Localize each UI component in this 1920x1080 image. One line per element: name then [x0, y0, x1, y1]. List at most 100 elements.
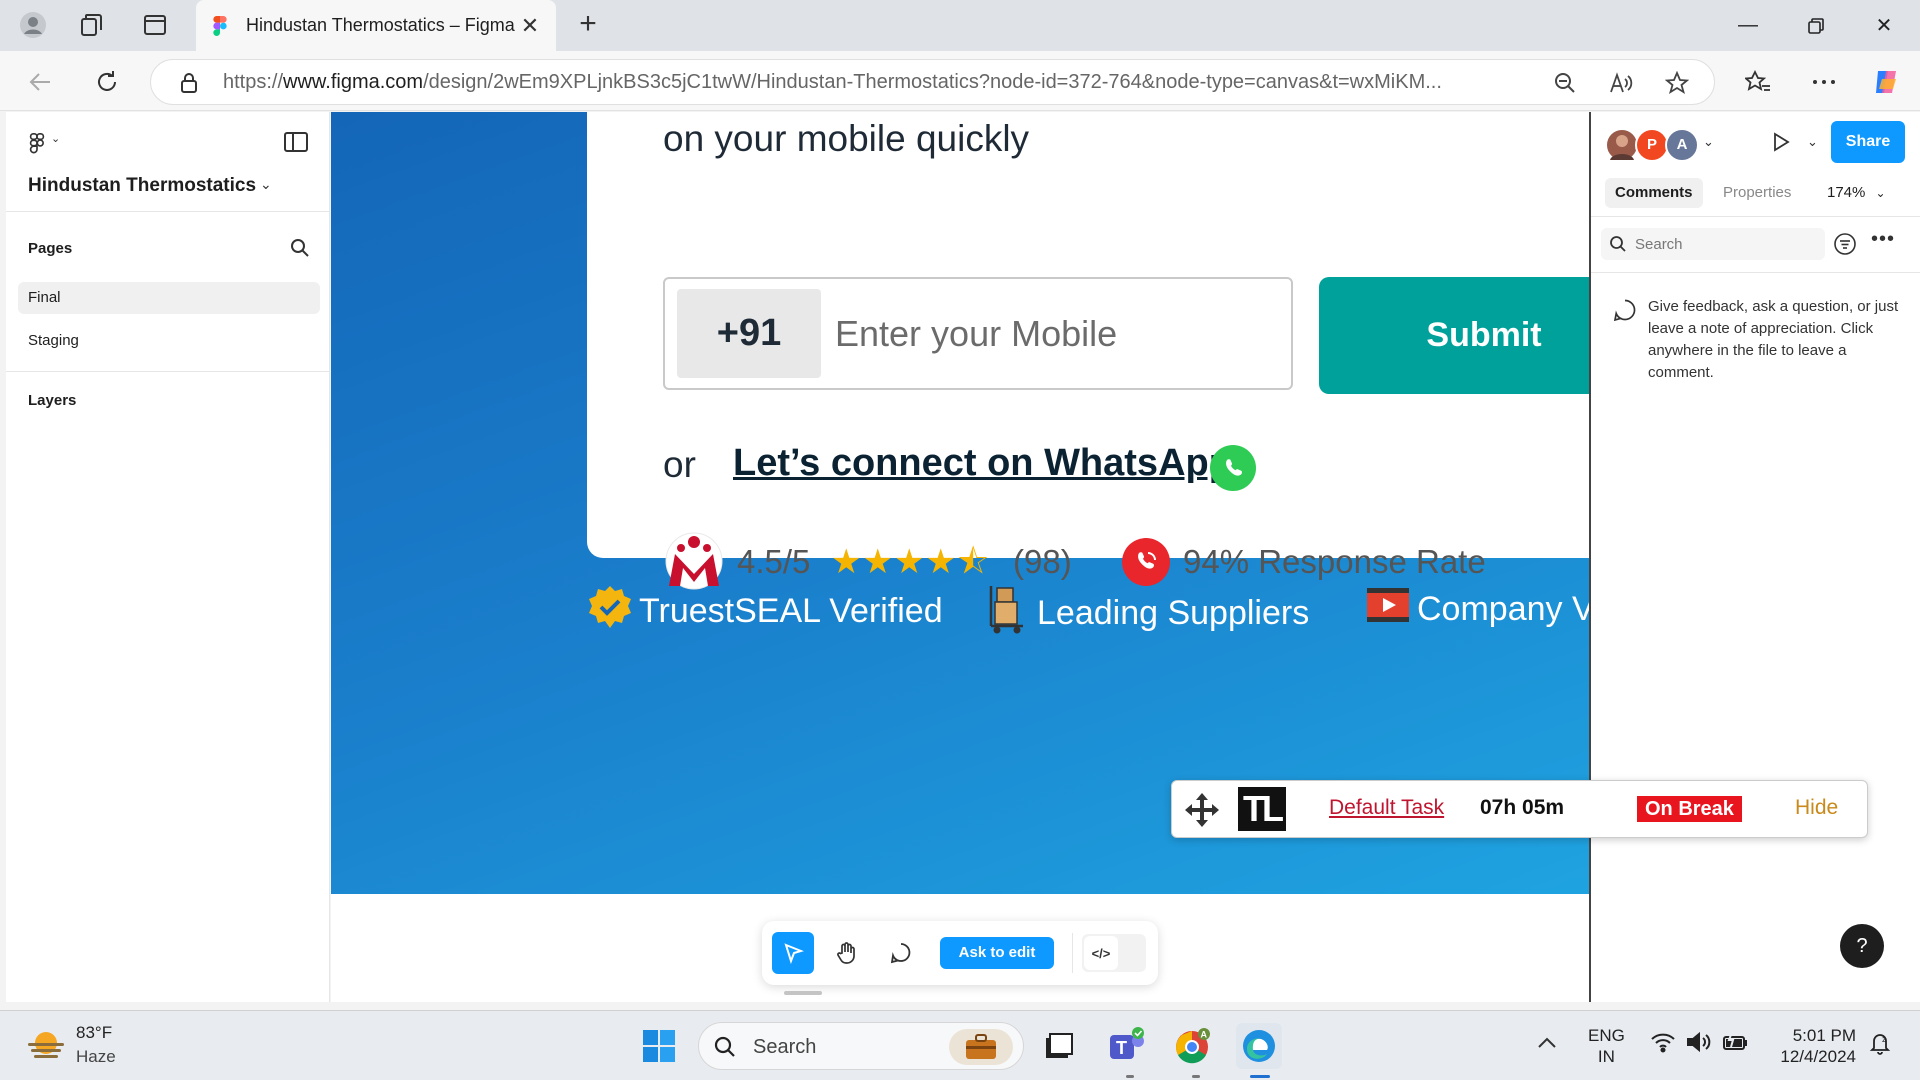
search-input[interactable]: [1635, 228, 1815, 260]
present-play-icon[interactable]: [1771, 132, 1791, 157]
system-clock[interactable]: 5:01 PM 12/4/2024: [1770, 1025, 1856, 1067]
new-tab-button[interactable]: +: [572, 9, 604, 41]
response-rate: 94% Response Rate: [1183, 543, 1486, 580]
vertical-tabs-icon[interactable]: [139, 9, 171, 41]
comments-search[interactable]: [1601, 228, 1825, 260]
teams-icon[interactable]: T: [1104, 1023, 1150, 1069]
chrome-icon[interactable]: A: [1170, 1023, 1216, 1069]
close-window-button[interactable]: ✕: [1854, 0, 1914, 51]
whatsapp-link[interactable]: Let’s connect on WhatsApp: [733, 442, 1232, 485]
tab-title: Hindustan Thermostatics – Figma: [246, 15, 515, 35]
hand-tool-icon[interactable]: [826, 932, 868, 974]
boxes-trolley-icon: [985, 584, 1031, 643]
toggle-sidebar-icon[interactable]: [284, 132, 308, 152]
chevron-down-icon[interactable]: ⌄: [260, 176, 272, 193]
figma-right-panel: P A ⌄ ⌄ Share Comments Properties 174% ⌄…: [1589, 112, 1920, 1002]
edge-icon[interactable]: [1236, 1023, 1282, 1069]
windows-start-icon[interactable]: [636, 1023, 682, 1069]
chevron-down-icon[interactable]: ⌄: [1807, 134, 1818, 150]
more-icon[interactable]: •••: [1871, 228, 1895, 251]
active-tab[interactable]: Hindustan Thermostatics – Figma ✕: [196, 0, 556, 51]
running-indicator: [1126, 1075, 1134, 1078]
comment-tool-icon[interactable]: [880, 932, 922, 974]
submit-button[interactable]: Submit: [1319, 277, 1589, 394]
ask-to-edit-button[interactable]: Ask to edit: [940, 937, 1054, 969]
help-button[interactable]: ?: [1840, 924, 1884, 968]
wifi-icon[interactable]: [1650, 1031, 1676, 1058]
task-link[interactable]: Default Task: [1329, 796, 1444, 820]
share-button[interactable]: Share: [1831, 121, 1905, 163]
lock-icon[interactable]: [179, 72, 199, 99]
read-aloud-icon[interactable]: [1607, 69, 1635, 97]
taskbar-search[interactable]: Search: [698, 1022, 1024, 1070]
haze-weather-icon[interactable]: [26, 1029, 66, 1068]
profile-icon[interactable]: [17, 9, 49, 41]
search-label: Search: [753, 1036, 817, 1058]
close-tab-icon[interactable]: ✕: [518, 13, 542, 39]
layers-header: Layers: [28, 392, 77, 409]
country-code[interactable]: +91: [677, 289, 821, 378]
rating-count: (98): [1013, 543, 1072, 580]
favorites-icon[interactable]: [1741, 65, 1775, 99]
url-text: https://www.figma.com/design/2wEm9XPLjnk…: [223, 70, 1442, 93]
back-button[interactable]: [24, 65, 58, 99]
move-tool-icon[interactable]: [772, 932, 814, 974]
zoom-out-icon[interactable]: [1551, 69, 1579, 97]
tab-comments[interactable]: Comments: [1605, 178, 1703, 208]
search-icon: [713, 1035, 737, 1064]
minimize-button[interactable]: —: [1718, 0, 1778, 51]
figma-menu-icon[interactable]: ⌄: [28, 132, 60, 159]
avatar-photo[interactable]: [1605, 128, 1639, 162]
refresh-button[interactable]: [90, 65, 124, 99]
move-arrows-icon[interactable]: [1184, 792, 1220, 833]
battery-charging-icon[interactable]: [1722, 1031, 1750, 1058]
page-item-final[interactable]: Final: [18, 282, 320, 314]
toolbar-divider: [1072, 933, 1073, 973]
show-hidden-icons-chevron-up-icon[interactable]: [1537, 1033, 1557, 1054]
mobile-input[interactable]: [835, 289, 1275, 378]
comment-bubble-icon: [1613, 298, 1637, 327]
resize-handle[interactable]: [784, 991, 822, 995]
figma-icon: [210, 15, 230, 36]
notifications-icon[interactable]: z: [1868, 1031, 1892, 1060]
favorite-star-icon[interactable]: [1663, 69, 1691, 97]
volume-icon[interactable]: [1686, 1031, 1712, 1058]
more-options-icon[interactable]: [1807, 65, 1841, 99]
status-badge[interactable]: On Break: [1637, 796, 1742, 822]
svg-text:A: A: [1201, 1030, 1208, 1040]
language-indicator[interactable]: ENG IN: [1588, 1025, 1625, 1067]
workspaces-icon[interactable]: [76, 9, 108, 41]
card-headline: on your mobile quickly: [663, 118, 1030, 159]
active-indicator: [1250, 1075, 1270, 1078]
task-view-icon[interactable]: [1036, 1023, 1082, 1069]
phone-field[interactable]: +91: [663, 277, 1293, 390]
whatsapp-icon[interactable]: [1210, 445, 1256, 491]
project-name[interactable]: Hindustan Thermostatics: [28, 175, 256, 197]
zoom-level[interactable]: 174% ⌄: [1827, 178, 1886, 208]
filter-icon[interactable]: [1833, 232, 1857, 261]
dev-mode-toggle[interactable]: </>: [1082, 934, 1146, 972]
or-label: or: [663, 444, 696, 485]
restore-button[interactable]: [1786, 0, 1846, 51]
url-bar[interactable]: https://www.figma.com/design/2wEm9XPLjnk…: [150, 59, 1715, 105]
copilot-icon[interactable]: [1870, 65, 1904, 99]
avatar-a[interactable]: A: [1665, 128, 1699, 162]
weather-temperature[interactable]: 83°F: [76, 1023, 112, 1043]
design-canvas[interactable]: on your mobile quickly +91 Submit or Let…: [331, 112, 1589, 1002]
indiamart-logo-icon: [663, 530, 725, 592]
page-item-staging[interactable]: Staging: [18, 325, 320, 357]
svg-text:z: z: [1882, 1035, 1886, 1044]
search-pages-icon[interactable]: [290, 238, 310, 263]
weather-condition[interactable]: Haze: [76, 1047, 116, 1067]
search-icon: [1609, 235, 1627, 258]
address-row: https://www.figma.com/design/2wEm9XPLjnk…: [0, 51, 1920, 111]
pages-header: Pages: [28, 240, 73, 257]
chevron-down-icon[interactable]: ⌄: [1703, 134, 1714, 150]
comment-hint: Give feedback, ask a question, or just l…: [1648, 298, 1899, 381]
svg-text:T: T: [1116, 1038, 1127, 1058]
tab-properties[interactable]: Properties: [1713, 178, 1801, 208]
tracker-logo: TL: [1238, 787, 1286, 831]
avatar-p[interactable]: P: [1635, 128, 1669, 162]
hide-button[interactable]: Hide: [1795, 796, 1838, 820]
browser-tab-strip: Hindustan Thermostatics – Figma ✕ + — ✕: [0, 0, 1920, 51]
